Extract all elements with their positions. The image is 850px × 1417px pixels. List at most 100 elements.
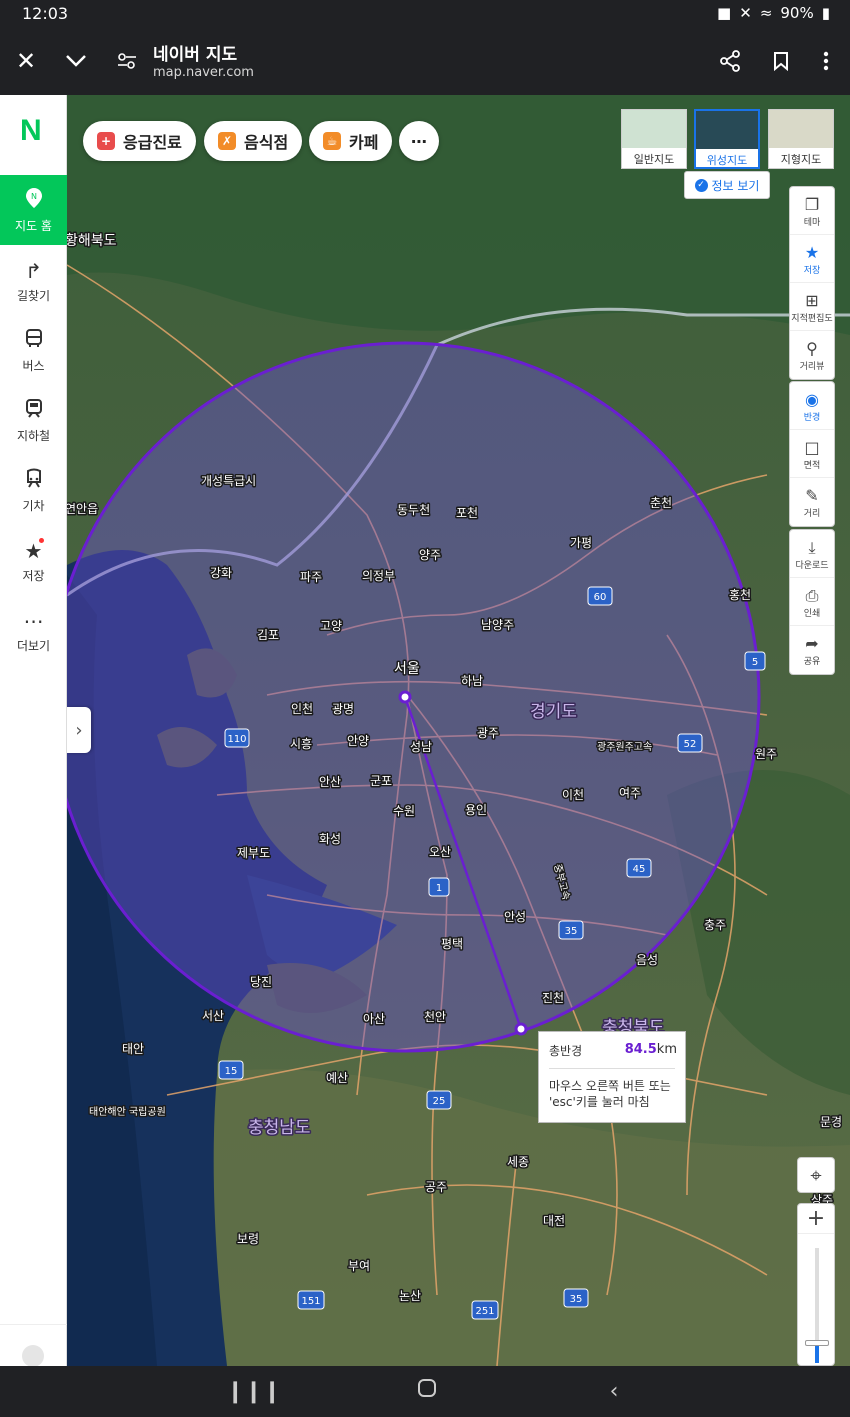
zoom-slider-fill — [815, 1343, 819, 1363]
download-icon: ⤓ — [808, 538, 816, 557]
tool-saved[interactable]: ★ 저장 — [790, 235, 834, 283]
tool-cadastral[interactable]: ⊞ 지적편집도 — [790, 283, 834, 331]
tool-print[interactable]: ⎙ 인쇄 — [790, 578, 834, 626]
system-nav-bar: ❙❙❙ ‹ — [0, 1366, 850, 1417]
tool-download[interactable]: ⤓ 다운로드 — [790, 530, 834, 578]
bookmark-icon[interactable] — [764, 44, 798, 78]
sidebar: N N 지도 홈 ↱ 길찾기 버스 지하철 기차 ★ 저장 ⋯ 더보기 — [0, 95, 67, 1367]
more-vert-icon[interactable] — [809, 44, 843, 78]
tool-theme[interactable]: ❐ 테마 — [790, 187, 834, 235]
more-dots-icon: ⋯ — [23, 609, 44, 633]
tool-distance[interactable]: ✎ 거리 — [790, 478, 834, 526]
radius-endpoint[interactable] — [514, 1022, 528, 1036]
chip-label: 카페 — [349, 133, 379, 152]
place-label: 연안읍 — [67, 502, 98, 516]
tune-icon[interactable] — [110, 44, 144, 78]
sidebar-item-train[interactable]: 기차 — [0, 455, 67, 525]
place-label: 평택 — [441, 937, 463, 951]
route-shield: 5 — [744, 651, 766, 671]
sidebar-item-more[interactable]: ⋯ 더보기 — [0, 595, 67, 665]
route-shield: 60 — [587, 586, 613, 606]
map-canvas[interactable]: 110 60 52 5 1 45 35 15 25 151 251 35 황해북… — [67, 95, 850, 1366]
zoom-slider-handle[interactable] — [805, 1340, 829, 1346]
place-label: 천안 — [424, 1009, 446, 1024]
browser-url[interactable]: map.naver.com — [153, 65, 254, 80]
radius-center[interactable] — [398, 690, 412, 704]
info-view-button[interactable]: ✓ 정보 보기 — [684, 171, 770, 199]
place-label: 여주 — [619, 786, 641, 800]
star-icon: ★ — [24, 539, 43, 563]
tool-street-view[interactable]: ⚲ 거리뷰 — [790, 331, 834, 379]
chevron-down-icon[interactable] — [59, 44, 93, 78]
avatar[interactable] — [22, 1345, 44, 1367]
chip-restaurant[interactable]: ✗ 음식점 — [204, 121, 303, 161]
coffee-cup-icon: ☕ — [323, 132, 341, 150]
svg-text:60: 60 — [594, 592, 607, 603]
sidebar-item-label: 저장 — [22, 569, 45, 583]
recent-apps-icon[interactable]: ❙❙❙ — [226, 1378, 281, 1406]
place-label: 부여 — [348, 1259, 370, 1273]
tool-label: 면적 — [803, 461, 821, 471]
wifi-icon: ≈ — [759, 4, 773, 22]
expand-panel-button[interactable]: › — [67, 707, 91, 753]
medical-cross-icon: + — [97, 132, 115, 150]
place-label: 개성특급시 — [201, 474, 256, 488]
place-label: 음성 — [636, 953, 658, 967]
place-label: 안양 — [347, 734, 369, 748]
battery-icon: ▮ — [821, 4, 830, 22]
mute-icon: ✕ — [739, 4, 752, 22]
radius-value: 84.5 — [624, 1042, 657, 1057]
chip-more[interactable]: ⋯ — [399, 121, 439, 161]
place-label: 문경 — [820, 1115, 842, 1129]
place-label: 보령 — [237, 1232, 259, 1246]
tool-radius[interactable]: ◉ 반경 — [790, 382, 834, 430]
zoom-in-button[interactable]: + — [798, 1204, 834, 1234]
share-icon: ➦ — [805, 634, 819, 653]
current-location-button[interactable]: ⌖ — [797, 1157, 835, 1193]
naver-logo[interactable]: N — [20, 116, 48, 146]
toolgroup-layers: ❐ 테마 ★ 저장 ⊞ 지적편집도 ⚲ 거리뷰 — [789, 186, 835, 380]
sidebar-item-saved[interactable]: ★ 저장 — [0, 525, 67, 595]
sidebar-item-subway[interactable]: 지하철 — [0, 385, 67, 455]
sidebar-item-label: 버스 — [22, 359, 45, 373]
map-pin-icon: N — [0, 187, 67, 215]
place-label: 충주 — [704, 918, 726, 932]
share-icon[interactable] — [713, 44, 747, 78]
radius-hint: 마우스 오른쪽 버튼 또는 'esc'키를 눌러 마침 — [549, 1079, 671, 1109]
place-label: 태안 — [122, 1042, 144, 1056]
place-label: 이천 — [562, 787, 584, 802]
more-dots-icon: ⋯ — [411, 131, 427, 151]
route-shield: 45 — [626, 858, 652, 878]
maptype-satellite[interactable]: 위성지도 — [694, 109, 760, 169]
sidebar-item-label: 지도 홈 — [15, 219, 52, 233]
maptype-normal[interactable]: 일반지도 — [621, 109, 687, 169]
place-label: 안산 — [319, 775, 341, 789]
sidebar-item-map-home[interactable]: N 지도 홈 — [0, 175, 67, 245]
tool-label: 다운로드 — [795, 561, 829, 571]
sidebar-item-bus[interactable]: 버스 — [0, 315, 67, 385]
chip-emergency[interactable]: + 응급진료 — [83, 121, 196, 161]
place-label: 원주 — [755, 747, 777, 761]
tool-area[interactable]: □ 면적 — [790, 430, 834, 478]
back-icon[interactable]: ‹ — [599, 1378, 629, 1406]
tool-share[interactable]: ➦ 공유 — [790, 626, 834, 674]
close-icon[interactable]: ✕ — [9, 44, 43, 78]
route-shield: 151 — [297, 1290, 325, 1310]
lock-icon: ■ — [717, 4, 732, 22]
zoom-slider[interactable] — [805, 1248, 829, 1363]
place-label: 수원 — [393, 804, 415, 818]
place-label: 당진 — [250, 975, 272, 989]
svg-text:151: 151 — [301, 1296, 320, 1307]
place-label: 예산 — [326, 1071, 348, 1085]
home-icon[interactable] — [412, 1378, 442, 1406]
svg-text:45: 45 — [633, 864, 646, 875]
grid-icon: ⊞ — [805, 291, 819, 310]
place-label: 인천 — [291, 701, 313, 716]
toolgroup-output: ⤓ 다운로드 ⎙ 인쇄 ➦ 공유 — [789, 529, 835, 675]
svg-text:251: 251 — [475, 1306, 494, 1317]
battery-level: 90% — [780, 4, 814, 22]
maptype-terrain[interactable]: 지형지도 — [768, 109, 834, 169]
place-label: 김포 — [257, 628, 279, 642]
chip-cafe[interactable]: ☕ 카페 — [309, 121, 393, 161]
sidebar-item-directions[interactable]: ↱ 길찾기 — [0, 245, 67, 315]
